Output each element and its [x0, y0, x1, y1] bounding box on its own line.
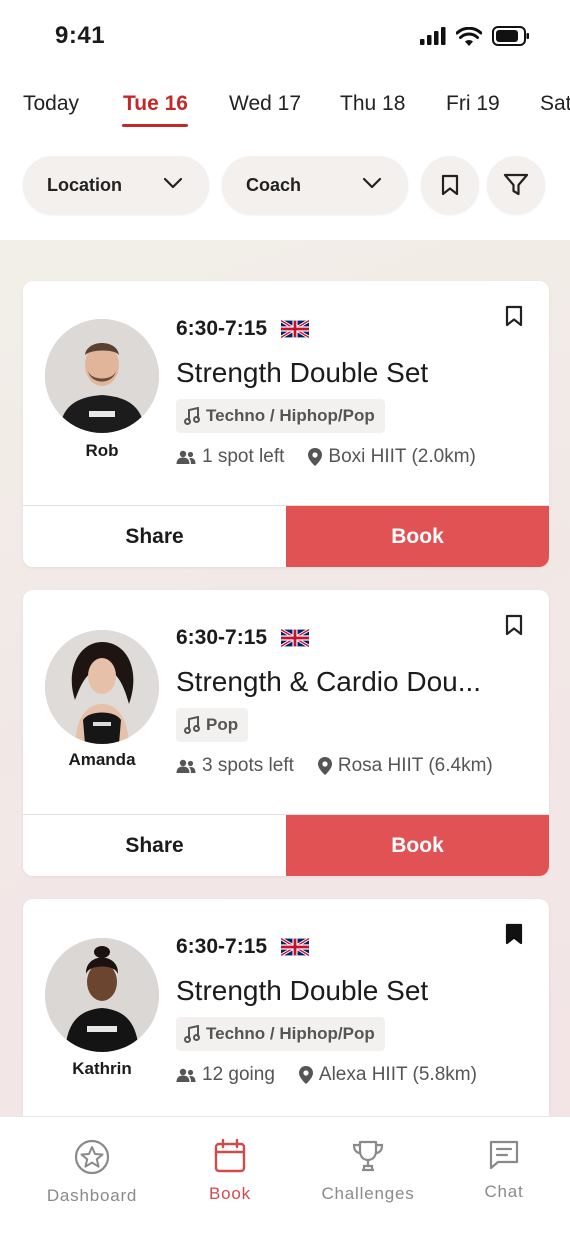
class-location: Rosa HIIT (6.4km) — [337, 755, 493, 776]
class-meta: 12 going Alexa HIIT (5.8km) — [176, 1064, 477, 1086]
tab-book-label: Book — [209, 1184, 251, 1203]
class-meta: 1 spot left Boxi HIIT (2.0km) — [176, 446, 476, 468]
music-note-icon — [184, 716, 200, 734]
book-button[interactable]: Book — [286, 815, 549, 876]
coach-avatar — [45, 630, 159, 744]
coach-avatar — [45, 938, 159, 1052]
tab-book[interactable]: Book — [160, 1138, 300, 1204]
card-actions: Share Book — [23, 505, 549, 567]
music-genre: Pop — [206, 715, 239, 734]
bottom-tab-bar: Dashboard Book Challenges Chat — [0, 1116, 570, 1240]
filter-bar: Location Coach — [0, 156, 570, 216]
coach-name: Kathrin — [72, 1059, 132, 1078]
coach-filter-label: Coach — [246, 174, 302, 195]
spots-available: 3 spots left — [202, 755, 294, 776]
chat-icon — [489, 1140, 519, 1170]
location-pin-icon — [317, 757, 332, 775]
spots-available: 12 going — [202, 1064, 275, 1085]
people-icon — [176, 759, 196, 773]
date-tab-fri-19[interactable]: Fri 19 — [446, 92, 500, 116]
card-actions: Share Book — [23, 814, 549, 876]
saved-filter-button[interactable] — [421, 156, 479, 214]
spots-available: 1 spot left — [202, 446, 285, 467]
bookmark-outline-icon[interactable] — [505, 614, 523, 636]
star-circle-icon — [74, 1139, 110, 1175]
tab-chat-label: Chat — [484, 1182, 524, 1201]
status-time: 9:41 — [55, 22, 106, 49]
coach-filter-dropdown[interactable]: Coach — [222, 156, 408, 214]
chevron-down-icon — [362, 177, 382, 189]
class-time: 6:30-7:15 — [176, 626, 268, 649]
uk-flag-icon — [281, 938, 310, 956]
share-button[interactable]: Share — [23, 506, 286, 567]
people-icon — [176, 450, 196, 464]
cellular-signal-icon — [420, 27, 446, 45]
class-card: Amanda 6:30-7:15 Strength & Cardio Dou..… — [23, 590, 549, 876]
location-filter-dropdown[interactable]: Location — [23, 156, 209, 214]
class-time: 6:30-7:15 — [176, 317, 268, 340]
music-note-icon — [184, 407, 200, 425]
date-tab-sat[interactable]: Sat — [540, 92, 570, 116]
tab-dashboard[interactable]: Dashboard — [22, 1139, 162, 1206]
class-time-row: 6:30-7:15 — [176, 626, 310, 650]
music-note-icon — [184, 1025, 200, 1043]
people-icon — [176, 1068, 196, 1082]
class-list: Rob 6:30-7:15 Strength Double Set Techno… — [0, 240, 570, 1116]
date-tab-today[interactable]: Today — [23, 92, 79, 116]
class-title: Strength Double Set — [176, 357, 429, 388]
class-title: Strength Double Set — [176, 975, 429, 1006]
coach-name: Rob — [85, 441, 119, 460]
class-location: Boxi HIIT (2.0km) — [328, 446, 476, 467]
tab-challenges[interactable]: Challenges — [298, 1139, 438, 1204]
class-location: Alexa HIIT (5.8km) — [318, 1064, 477, 1085]
status-bar: 9:41 — [0, 0, 570, 70]
tab-challenges-label: Challenges — [321, 1184, 415, 1203]
filter-funnel-icon — [503, 173, 529, 196]
class-title: Strength & Cardio Dou... — [176, 666, 482, 697]
date-selector: Today Tue 16 Wed 17 Thu 18 Fri 19 Sat — [0, 86, 570, 136]
music-tag: Techno / Hiphop/Pop — [176, 1017, 385, 1051]
music-tag: Pop — [176, 708, 249, 742]
battery-icon — [492, 26, 529, 46]
date-tab-thu-18[interactable]: Thu 18 — [340, 92, 405, 116]
uk-flag-icon — [281, 629, 310, 647]
status-icons — [420, 26, 530, 46]
wifi-icon — [456, 26, 482, 46]
tab-chat[interactable]: Chat — [434, 1139, 570, 1202]
music-tag: Techno / Hiphop/Pop — [176, 399, 385, 433]
class-time-row: 6:30-7:15 — [176, 935, 310, 959]
class-time: 6:30-7:15 — [176, 935, 268, 958]
class-card: Kathrin 6:30-7:15 Strength Double Set Te… — [23, 899, 549, 1116]
active-date-indicator — [122, 124, 188, 127]
class-meta: 3 spots left Rosa HIIT (6.4km) — [176, 755, 493, 777]
bookmark-outline-icon[interactable] — [505, 305, 523, 327]
trophy-icon — [352, 1140, 384, 1172]
class-time-row: 6:30-7:15 — [176, 317, 310, 341]
date-tab-wed-17[interactable]: Wed 17 — [229, 92, 301, 116]
chevron-down-icon — [163, 177, 183, 189]
bookmark-icon — [441, 174, 459, 196]
uk-flag-icon — [281, 320, 310, 338]
location-filter-label: Location — [47, 174, 122, 195]
date-tab-tue-16[interactable]: Tue 16 — [123, 92, 188, 116]
tab-dashboard-label: Dashboard — [46, 1186, 138, 1205]
music-genre: Techno / Hiphop/Pop — [206, 1024, 375, 1043]
class-card: Rob 6:30-7:15 Strength Double Set Techno… — [23, 281, 549, 567]
music-genre: Techno / Hiphop/Pop — [206, 406, 375, 425]
share-button[interactable]: Share — [23, 815, 286, 876]
coach-avatar — [45, 319, 159, 433]
location-pin-icon — [308, 448, 323, 466]
calendar-icon — [214, 1138, 246, 1173]
filter-button[interactable] — [487, 156, 545, 214]
bookmark-filled-icon[interactable] — [505, 923, 523, 945]
location-pin-icon — [298, 1066, 313, 1084]
book-button[interactable]: Book — [286, 506, 549, 567]
coach-name: Amanda — [68, 750, 136, 769]
